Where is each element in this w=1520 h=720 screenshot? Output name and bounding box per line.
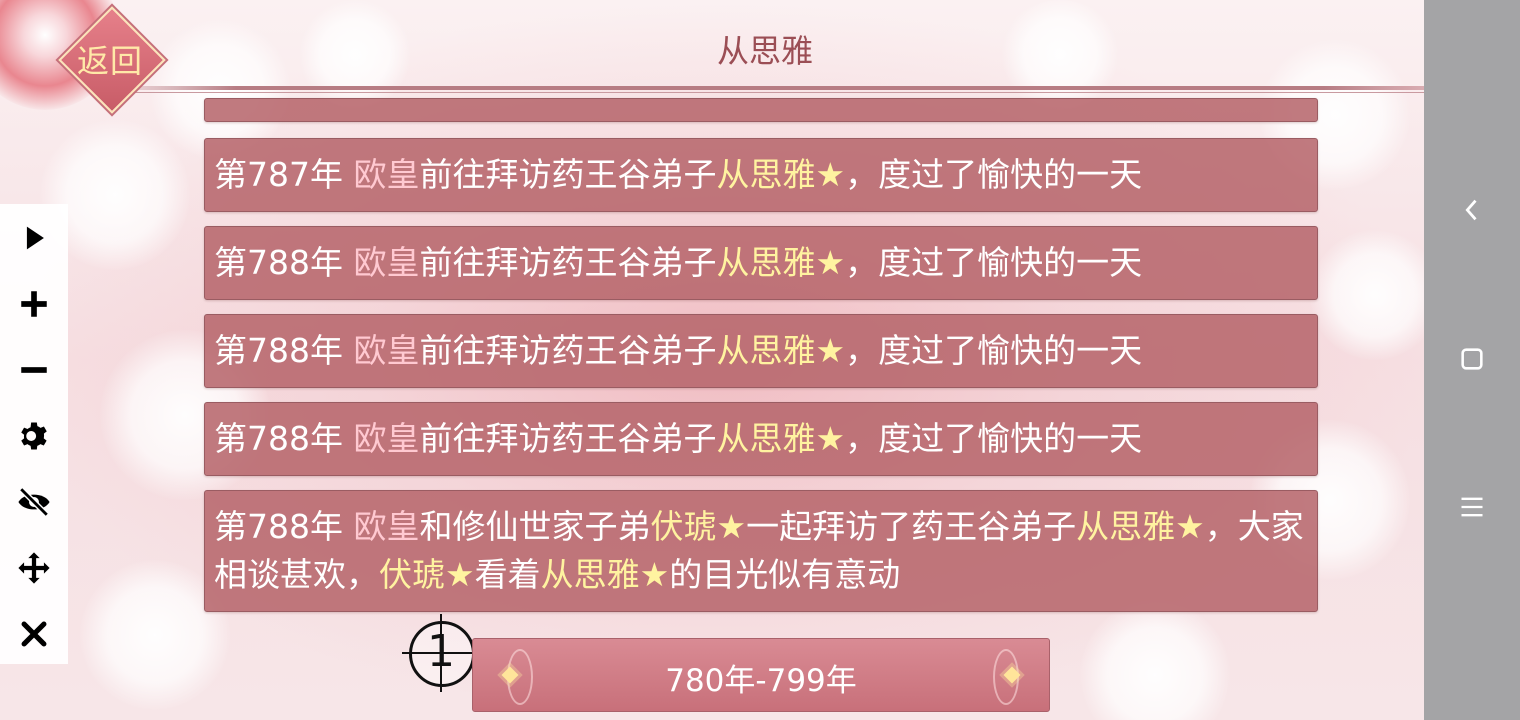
blossom-decoration <box>1080 600 1230 720</box>
entry-name: 伏琥★ <box>650 507 747 546</box>
entry-rest: ，度过了愉快的一天 <box>845 243 1143 282</box>
log-entry-partial <box>204 98 1318 122</box>
entry-rest: ，度过了愉快的一天 <box>845 419 1143 458</box>
entry-action: 前往拜访药王谷弟子 <box>419 419 717 458</box>
entry-text-part: 和修仙世家子弟 <box>419 507 651 546</box>
play-button[interactable] <box>8 212 60 264</box>
home-icon <box>1461 348 1483 370</box>
entry-action: 前往拜访药王谷弟子 <box>419 155 717 194</box>
eye-off-icon <box>18 487 50 517</box>
entry-year: 第788年 <box>214 419 343 458</box>
log-entry: 第787年 欧皇前往拜访药王谷弟子从思雅★，度过了愉快的一天 <box>204 138 1318 212</box>
back-button[interactable]: 返回 <box>58 6 166 114</box>
year-range-label: 780年-799年 <box>665 663 857 699</box>
zoom-in-button[interactable] <box>8 278 60 330</box>
game-screen: ࿐ 从思雅 返回 <box>0 0 1424 720</box>
event-log[interactable]: 第787年 欧皇前往拜访药王谷弟子从思雅★，度过了愉快的一天 第788年 欧皇前… <box>204 98 1318 615</box>
entry-actor: 欧皇 <box>353 155 420 194</box>
entry-text-part: 一起拜访了药王谷弟子 <box>746 507 1077 546</box>
title-divider <box>100 86 1424 90</box>
entry-text-part: 的目光似有意动 <box>669 555 901 594</box>
system-home-button[interactable] <box>1452 339 1492 379</box>
entry-year: 第788年 <box>214 243 343 282</box>
year-range-selector: 780年-799年 <box>472 638 1050 712</box>
blossom-decoration <box>300 0 410 110</box>
entry-action: 前往拜访药王谷弟子 <box>419 331 717 370</box>
minus-icon <box>21 367 47 373</box>
log-entry: 第788年 欧皇前往拜访药王谷弟子从思雅★，度过了愉快的一天 <box>204 226 1318 300</box>
entry-text-part: 看着 <box>474 555 541 594</box>
move-button[interactable] <box>8 542 60 594</box>
blossom-decoration <box>1000 0 1120 110</box>
entry-action: 前往拜访药王谷弟子 <box>419 243 717 282</box>
system-back-button[interactable] <box>1452 190 1492 230</box>
entry-actor: 欧皇 <box>353 419 420 458</box>
system-menu-button[interactable] <box>1452 487 1492 527</box>
entry-year: 第788年 <box>214 331 343 370</box>
menu-icon <box>1461 497 1483 517</box>
move-icon <box>18 552 50 584</box>
back-icon <box>1465 199 1477 221</box>
zoom-out-button[interactable] <box>8 344 60 396</box>
log-entry: 第788年 欧皇前往拜访药王谷弟子从思雅★，度过了愉快的一天 <box>204 402 1318 476</box>
entry-year: 第787年 <box>214 155 343 194</box>
page-title: 从思雅 <box>716 32 813 70</box>
log-entry: 第788年 欧皇前往拜访药王谷弟子从思雅★，度过了愉快的一天 <box>204 314 1318 388</box>
gear-icon <box>21 422 47 450</box>
crosshair-number: 1 <box>427 626 455 677</box>
log-entry-text: 第788年 欧皇前往拜访药王谷弟子从思雅★，度过了愉快的一天 <box>205 403 1317 475</box>
entry-name: 从思雅★ <box>540 555 670 594</box>
entry-actor: 欧皇 <box>353 331 420 370</box>
entry-rest: ，度过了愉快的一天 <box>845 331 1143 370</box>
plus-icon <box>21 291 47 317</box>
hide-ui-button[interactable] <box>8 476 60 528</box>
system-navigation-bar <box>1424 0 1520 720</box>
log-entry-text: 第788年 欧皇和修仙世家子弟伏琥★一起拜访了药王谷弟子从思雅★，大家相谈甚欢，… <box>205 491 1317 611</box>
log-entry-text: 第788年 欧皇前往拜访药王谷弟子从思雅★，度过了愉快的一天 <box>205 315 1317 387</box>
entry-target-name: 从思雅★ <box>716 419 846 458</box>
entry-name: 伏琥★ <box>379 555 475 594</box>
title-divider-thin <box>100 92 1424 93</box>
close-icon <box>21 621 47 647</box>
entry-target-name: 从思雅★ <box>716 243 846 282</box>
log-entry: 第788年 欧皇和修仙世家子弟伏琥★一起拜访了药王谷弟子从思雅★，大家相谈甚欢，… <box>204 490 1318 612</box>
entry-target-name: 从思雅★ <box>716 331 846 370</box>
play-icon <box>26 226 44 250</box>
crosshair-badge[interactable]: 1 <box>402 614 480 692</box>
back-button-label: 返回 <box>76 42 143 80</box>
log-entry-text: 第787年 欧皇前往拜访药王谷弟子从思雅★，度过了愉快的一天 <box>205 139 1317 211</box>
entry-name: 从思雅★ <box>1076 507 1205 546</box>
blossom-decoration <box>1310 230 1424 360</box>
log-entry-text: 第788年 欧皇前往拜访药王谷弟子从思雅★，度过了愉快的一天 <box>205 227 1317 299</box>
entry-rest: ，度过了愉快的一天 <box>845 155 1143 194</box>
floating-toolbar <box>0 204 68 664</box>
entry-year: 第788年 <box>214 507 343 546</box>
next-range-button[interactable] <box>987 639 1037 711</box>
entry-actor: 欧皇 <box>353 243 420 282</box>
entry-actor: 欧皇 <box>353 507 420 546</box>
entry-target-name: 从思雅★ <box>716 155 846 194</box>
settings-button[interactable] <box>8 410 60 462</box>
close-button[interactable] <box>8 608 60 660</box>
